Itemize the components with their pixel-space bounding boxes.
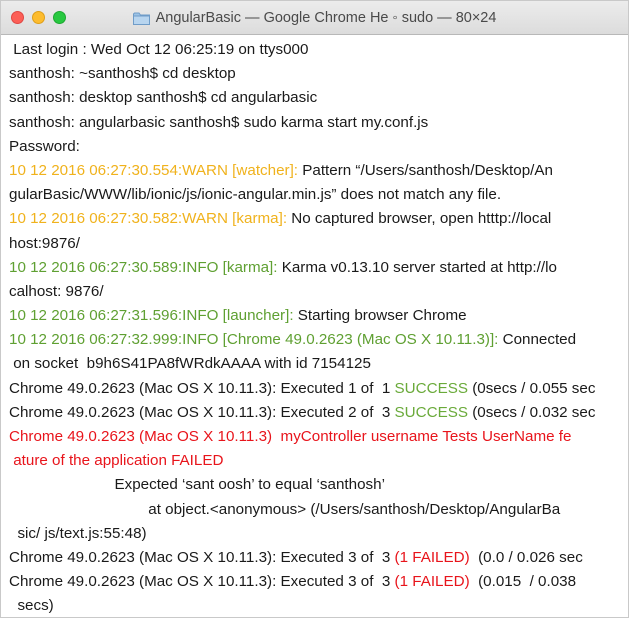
terminal-text: (0.0 / 0.026 sec [469, 548, 583, 566]
terminal-text: (0secs / 0.055 sec [467, 379, 596, 397]
terminal-line: Last login : Wed Oct 12 06:25:19 on ttys… [9, 38, 628, 62]
terminal-line: santhosh: ~santhosh$ cd desktop [9, 62, 628, 86]
terminal-line: calhost: 9876/ [9, 280, 628, 304]
terminal-line: 10 12 2016 06:27:32.999:INFO [Chrome 49.… [9, 328, 628, 352]
terminal-line: ature of the application FAILED [9, 449, 628, 473]
terminal-output[interactable]: Last login : Wed Oct 12 06:25:19 on ttys… [1, 35, 628, 619]
terminal-text: (0secs / 0.032 sec [467, 403, 596, 421]
terminal-text: Chrome 49.0.2623 (Mac OS X 10.11.3): Exe… [9, 403, 395, 421]
terminal-text: santhosh: desktop santhosh$ cd angularba… [9, 89, 318, 107]
terminal-line: santhosh: desktop santhosh$ cd angularba… [9, 86, 628, 110]
terminal-line: 10 12 2016 06:27:30.554:WARN [watcher]: … [9, 159, 628, 183]
terminal-line: 10 12 2016 06:27:31.596:INFO [launcher]:… [9, 304, 628, 328]
log-info-text: 10 12 2016 06:27:30.589:INFO [karma]: [9, 258, 278, 276]
terminal-line: Chrome 49.0.2623 (Mac OS X 10.11.3): Exe… [9, 377, 628, 401]
log-ok-text: SUCCESS [394, 379, 468, 397]
terminal-text: sic/ js/text.js:55:48) [9, 524, 147, 542]
folder-icon [132, 12, 150, 25]
terminal-line: Chrome 49.0.2623 (Mac OS X 10.11.3): Exe… [9, 401, 628, 425]
log-info-text: 10 12 2016 06:27:32.999:INFO [Chrome 49.… [9, 331, 499, 349]
terminal-text: at object.<anonymous> (/Users/santhosh/D… [9, 500, 561, 518]
terminal-window: AngularBasic — Google Chrome He ◦ sudo —… [0, 0, 629, 618]
log-err-text: Chrome 49.0.2623 (Mac OS X 10.11.3) myCo… [9, 428, 572, 445]
terminal-line: Chrome 49.0.2623 (Mac OS X 10.11.3): Exe… [9, 570, 628, 594]
terminal-line: 10 12 2016 06:27:30.582:WARN [karma]: No… [9, 207, 628, 231]
log-err-text: ature of the application FAILED [9, 452, 224, 470]
log-err-text: (1 FAILED) [394, 548, 470, 566]
terminal-line: Expected ‘sant oosh’ to equal ‘santhosh’ [9, 473, 628, 497]
terminal-text: host:9876/ [9, 234, 80, 252]
terminal-line: sic/ js/text.js:55:48) [9, 522, 628, 546]
terminal-text: on socket b9h6S41PA8fWRdkAAAA with id 71… [9, 355, 371, 373]
terminal-text: Chrome 49.0.2623 (Mac OS X 10.11.3): Exe… [9, 573, 395, 591]
window-title: AngularBasic — Google Chrome He ◦ sudo —… [155, 10, 497, 26]
window-title-area: AngularBasic — Google Chrome He ◦ sudo —… [1, 1, 628, 35]
terminal-line: santhosh: angularbasic santhosh$ sudo ka… [9, 111, 628, 135]
terminal-text: Pattern “/Users/santhosh/Desktop/An [298, 161, 553, 179]
terminal-text: gularBasic/WWW/lib/ionic/js/ionic-angula… [9, 186, 502, 204]
terminal-text: secs) [9, 597, 54, 615]
terminal-line: secs) [9, 594, 628, 618]
terminal-text: Chrome 49.0.2623 (Mac OS X 10.11.3): Exe… [9, 379, 395, 397]
terminal-line: Password: [9, 135, 628, 159]
log-ok-text: SUCCESS [394, 403, 468, 421]
terminal-line: gularBasic/WWW/lib/ionic/js/ionic-angula… [9, 183, 628, 207]
terminal-text: No captured browser, open htttp://local [287, 210, 552, 228]
log-err-text: (1 FAILED) [394, 573, 470, 591]
terminal-line: Chrome 49.0.2623 (Mac OS X 10.11.3) myCo… [9, 425, 628, 449]
title-bar[interactable]: AngularBasic — Google Chrome He ◦ sudo —… [1, 1, 628, 35]
terminal-text: (0.015 / 0.038 [469, 573, 577, 591]
terminal-text: calhost: 9876/ [9, 282, 104, 300]
log-info-text: 10 12 2016 06:27:31.596:INFO [launcher]: [9, 307, 294, 325]
terminal-text: Password: [9, 137, 80, 155]
terminal-text: Karma v0.13.10 server started at http://… [277, 258, 557, 276]
log-warn-text: 10 12 2016 06:27:30.554:WARN [watcher]: [9, 161, 299, 179]
terminal-text: Last login : Wed Oct 12 06:25:19 on ttys… [9, 41, 309, 58]
terminal-text: Connected [498, 331, 577, 349]
terminal-line: on socket b9h6S41PA8fWRdkAAAA with id 71… [9, 352, 628, 376]
terminal-text: Chrome 49.0.2623 (Mac OS X 10.11.3): Exe… [9, 548, 395, 566]
log-warn-text: 10 12 2016 06:27:30.582:WARN [karma]: [9, 210, 288, 228]
terminal-text: Expected ‘sant oosh’ to equal ‘santhosh’ [9, 476, 385, 494]
terminal-text: santhosh: angularbasic santhosh$ sudo ka… [9, 113, 429, 131]
terminal-text: santhosh: ~santhosh$ cd desktop [9, 65, 236, 83]
terminal-text: Starting browser Chrome [293, 307, 467, 325]
terminal-line: Chrome 49.0.2623 (Mac OS X 10.11.3): Exe… [9, 546, 628, 570]
terminal-line: host:9876/ [9, 232, 628, 256]
terminal-line: 10 12 2016 06:27:30.589:INFO [karma]: Ka… [9, 256, 628, 280]
terminal-line: at object.<anonymous> (/Users/santhosh/D… [9, 498, 628, 522]
